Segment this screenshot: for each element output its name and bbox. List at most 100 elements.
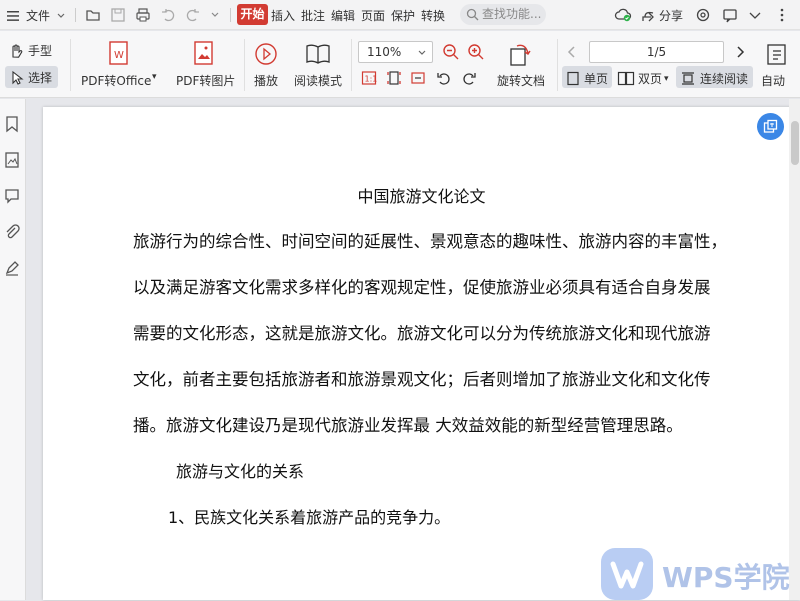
chevron-down-icon xyxy=(418,50,426,55)
undo-icon[interactable] xyxy=(160,7,176,23)
svg-text:W: W xyxy=(114,50,124,61)
open-folder-icon[interactable] xyxy=(85,7,101,23)
scrollbar-thumb[interactable] xyxy=(791,121,799,165)
feedback-icon[interactable] xyxy=(722,7,738,23)
hand-icon xyxy=(12,43,23,58)
pdf-to-image-button[interactable]: PDF转图片 xyxy=(176,72,235,89)
ribbon-toolbar: 手型 选择 W PDF转Office ▾ PDF转图片 播放 阅读模式 110%… xyxy=(0,31,800,98)
title-bar: 文件 开始 插入 批注 编辑 页面 保护 转换 查找功能... 分享 xyxy=(0,0,800,30)
search-input[interactable]: 查找功能... xyxy=(460,4,546,25)
redo-icon[interactable] xyxy=(185,7,201,23)
share-button[interactable]: 分享 xyxy=(641,7,683,24)
book-icon xyxy=(306,44,330,64)
file-menu-label: 文件 xyxy=(26,9,51,23)
auto-scroll-button[interactable]: 自动 xyxy=(761,72,785,89)
cloud-sync-icon[interactable] xyxy=(614,6,632,24)
wps-academy-watermark: WPS学院 xyxy=(600,545,800,600)
divider xyxy=(244,39,245,91)
hamburger-icon xyxy=(7,10,19,21)
signature-icon[interactable] xyxy=(4,259,20,277)
divider xyxy=(70,39,71,91)
tab-start[interactable]: 开始 xyxy=(237,4,268,25)
left-sidebar xyxy=(0,99,26,600)
previous-page-icon[interactable] xyxy=(566,45,578,59)
hand-tool-button[interactable]: 手型 xyxy=(8,42,52,59)
single-page-label: 单页 xyxy=(584,72,609,86)
double-page-label: 双页 xyxy=(638,72,663,86)
comment-icon[interactable] xyxy=(4,187,20,205)
thumbnail-icon[interactable] xyxy=(4,151,20,169)
divider xyxy=(230,8,231,22)
print-icon[interactable] xyxy=(135,7,151,23)
list-item: 1、民族文化关系着旅游产品的竞争力。 xyxy=(168,508,451,527)
document-page[interactable]: 中国旅游文化论文 旅游行为的综合性、时间空间的延展性、景观意态的趣味性、旅游内容… xyxy=(43,107,800,600)
double-page-button[interactable]: 双页 ▾ xyxy=(617,70,669,87)
play-icon xyxy=(255,43,277,65)
pdf-to-image-icon xyxy=(194,41,213,65)
paragraph-line: 文化，前者主要包括旅游者和旅游景观文化；后者则增加了旅游业文化和文化传 xyxy=(133,370,711,389)
read-mode-button[interactable]: 阅读模式 xyxy=(294,72,342,89)
zoom-value: 110% xyxy=(367,45,402,59)
document-title: 中国旅游文化论文 xyxy=(357,187,486,206)
share-icon xyxy=(642,11,654,22)
paragraph-line: 需要的文化形态，这就是旅游文化。旅游文化可以分为传统旅游文化和现代旅游 xyxy=(133,324,711,343)
wps-academy-text: WPS学院 xyxy=(662,561,790,594)
continuous-read: 连续阅读 xyxy=(680,70,748,87)
continuous-read-label: 连续阅读 xyxy=(700,72,749,86)
divider xyxy=(557,39,558,91)
search-icon xyxy=(466,8,479,21)
play-button[interactable]: 播放 xyxy=(254,72,278,89)
next-page-icon[interactable] xyxy=(734,45,746,59)
tab-page[interactable]: 页面 xyxy=(361,7,385,24)
quick-access-dropdown-icon[interactable] xyxy=(210,10,220,20)
divider xyxy=(351,39,352,91)
zoom-select[interactable]: 110% xyxy=(358,41,433,63)
zoom-out-icon[interactable] xyxy=(442,43,460,61)
attachment-icon[interactable] xyxy=(4,223,20,241)
pdf-to-office-button[interactable]: PDF转Office xyxy=(81,72,151,89)
svg-text:1:1: 1:1 xyxy=(365,75,378,84)
pdf-to-word-icon: W xyxy=(109,41,128,65)
page-indicator: 1/5 xyxy=(646,45,667,59)
tab-comment[interactable]: 批注 xyxy=(301,7,325,24)
tab-convert[interactable]: 转换 xyxy=(421,7,445,24)
rotate-left-icon[interactable] xyxy=(436,70,452,86)
rotate-right-icon[interactable] xyxy=(461,70,477,86)
save-icon[interactable] xyxy=(110,7,126,23)
search-placeholder: 查找功能... xyxy=(482,7,542,21)
fit-page-icon[interactable] xyxy=(386,70,402,86)
tab-edit[interactable]: 编辑 xyxy=(331,7,355,24)
page-number-input[interactable]: 1/5 xyxy=(589,41,724,63)
continuous-scroll-icon xyxy=(682,72,694,85)
actual-size-icon[interactable]: 1:1 xyxy=(361,70,377,86)
single-page-icon xyxy=(567,71,579,86)
auto-scroll-icon xyxy=(767,44,786,65)
tab-protect[interactable]: 保护 xyxy=(391,7,415,24)
fit-width-icon[interactable] xyxy=(410,70,426,86)
single-page: 单页 xyxy=(566,70,608,87)
paragraph-line: 旅游行为的综合性、时间空间的延展性、景观意态的趣味性、旅游内容的丰富性， xyxy=(133,232,727,251)
select-tool-label: 选择 xyxy=(28,71,53,85)
rotate-document-button[interactable]: 旋转文档 xyxy=(497,72,545,89)
rotate-document-icon xyxy=(510,44,531,66)
paragraph-line: 播。旅游文化建设乃是现代旅游业发挥最 大效益效能的新型经营管理思路。 xyxy=(133,416,683,435)
zoom-in-icon[interactable] xyxy=(467,43,485,61)
select-tool: 选择 xyxy=(10,69,52,86)
minimize-ribbon-icon[interactable] xyxy=(747,7,763,23)
double-page-icon xyxy=(617,71,635,86)
screenshot-translate-icon xyxy=(763,119,778,133)
bookmark-icon[interactable] xyxy=(4,115,20,133)
vertical-scrollbar[interactable] xyxy=(789,99,800,600)
more-icon[interactable] xyxy=(774,7,790,23)
float-tool-button[interactable] xyxy=(757,113,784,140)
main-menu-button[interactable]: 文件 xyxy=(6,7,66,24)
settings-icon[interactable] xyxy=(695,7,711,23)
hand-tool-label: 手型 xyxy=(28,44,53,58)
section-heading: 旅游与文化的关系 xyxy=(176,462,305,481)
cursor-arrow-icon xyxy=(12,70,24,85)
share-label: 分享 xyxy=(659,9,684,23)
tab-insert[interactable]: 插入 xyxy=(271,7,295,24)
wps-logo-icon xyxy=(601,548,653,600)
chevron-down-icon xyxy=(57,13,65,18)
chevron-down-icon[interactable]: ▾ xyxy=(152,72,157,82)
